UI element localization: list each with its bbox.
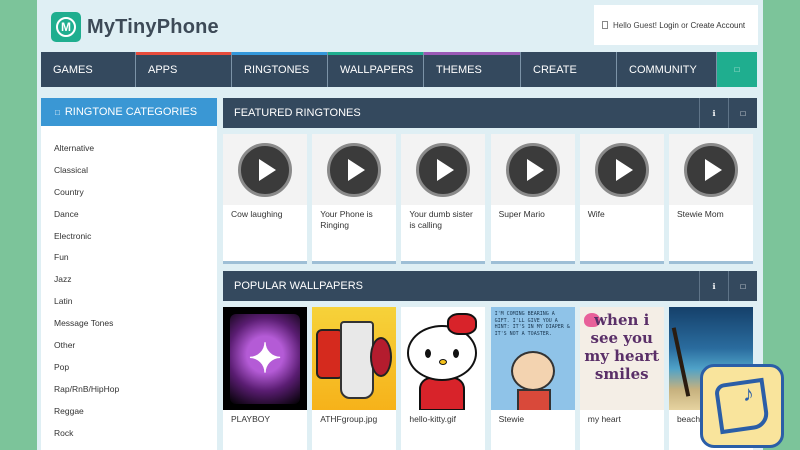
wallpaper-image[interactable] bbox=[401, 307, 486, 410]
nav-label: COMMUNITY bbox=[629, 63, 697, 76]
ringtone-card[interactable]: Stewie Mom bbox=[668, 134, 753, 264]
sidebar-header: □ RINGTONE CATEGORIES bbox=[41, 98, 217, 126]
ringtone-card[interactable]: Wife bbox=[579, 134, 664, 264]
category-item[interactable]: Message Tones bbox=[41, 313, 217, 335]
create-account-link[interactable]: Create Account bbox=[690, 21, 745, 30]
category-item[interactable]: Country bbox=[41, 182, 217, 204]
nav-wallpapers[interactable]: WALLPAPERS bbox=[328, 52, 424, 87]
play-icon[interactable] bbox=[594, 142, 649, 197]
wallpaper-card[interactable]: hello-kitty.gif bbox=[401, 307, 486, 450]
greeting-text: Hello Guest! bbox=[613, 20, 658, 30]
site-logo[interactable]: M MyTinyPhone bbox=[51, 12, 219, 42]
category-item[interactable]: Jazz bbox=[41, 269, 217, 291]
header: M MyTinyPhone Hello Guest! Login or Crea… bbox=[37, 0, 763, 50]
category-list: Alternative Classical Country Dance Elec… bbox=[41, 126, 217, 444]
login-link[interactable]: Login bbox=[659, 21, 679, 30]
wallpaper-card[interactable]: ATHFgroup.jpg bbox=[312, 307, 397, 450]
category-item[interactable]: Classical bbox=[41, 160, 217, 182]
wallpaper-list: ✦ PLAYBOY ATHFgroup.jpg hello-kitty.gif … bbox=[223, 307, 757, 450]
wallpaper-image[interactable] bbox=[312, 307, 397, 410]
category-item[interactable]: Rap/RnB/HipHop bbox=[41, 379, 217, 401]
nav-games[interactable]: GAMES bbox=[41, 52, 136, 87]
search-button[interactable]: □ bbox=[717, 52, 757, 87]
nav-community[interactable]: COMMUNITY bbox=[617, 52, 717, 87]
category-item[interactable]: Dance bbox=[41, 204, 217, 226]
category-item[interactable]: Other bbox=[41, 335, 217, 357]
featured-title: FEATURED RINGTONES bbox=[234, 107, 361, 119]
category-item[interactable]: Alternative bbox=[41, 138, 217, 160]
play-icon[interactable] bbox=[238, 142, 292, 197]
wallpaper-card[interactable]: when i see you my heart smiles my heart bbox=[579, 307, 664, 450]
wallpaper-card[interactable]: ✦ PLAYBOY bbox=[223, 307, 307, 450]
search-icon: □ bbox=[734, 65, 740, 74]
nav-themes[interactable]: THEMES bbox=[424, 52, 521, 87]
nav-label: RINGTONES bbox=[244, 63, 310, 76]
expand-icon[interactable]: □ bbox=[728, 271, 757, 301]
page: M MyTinyPhone Hello Guest! Login or Crea… bbox=[37, 0, 763, 450]
or-text: or bbox=[681, 20, 689, 30]
popular-wallpapers: POPULAR WALLPAPERS ℹ □ ✦ PLAYBOY ATHFgro… bbox=[223, 271, 757, 450]
category-item[interactable]: Reggae bbox=[41, 401, 217, 423]
music-note-icon: ♪ bbox=[743, 381, 754, 406]
nav-label: WALLPAPERS bbox=[340, 63, 414, 76]
stewie-caption: I'M COMING BEARING A GIFT. I'LL GIVE YOU… bbox=[494, 311, 570, 337]
category-item[interactable]: Electronic bbox=[41, 226, 217, 248]
wallpaper-card[interactable]: I'M COMING BEARING A GIFT. I'LL GIVE YOU… bbox=[490, 307, 575, 450]
info-icon[interactable]: ℹ bbox=[699, 98, 728, 128]
nav-apps[interactable]: APPS bbox=[136, 52, 232, 87]
featured-header: FEATURED RINGTONES ℹ □ bbox=[223, 98, 757, 128]
wallpaper-title: PLAYBOY bbox=[231, 414, 271, 424]
ringtone-list: Cow laughing Your Phone is Ringing Your … bbox=[223, 134, 757, 264]
info-icon[interactable]: ℹ bbox=[699, 271, 728, 301]
play-icon[interactable] bbox=[505, 142, 560, 197]
sidebar: □ RINGTONE CATEGORIES Alternative Classi… bbox=[41, 98, 217, 450]
ringtone-title: Wife bbox=[587, 209, 605, 219]
category-item[interactable]: Latin bbox=[41, 291, 217, 313]
nav-label: APPS bbox=[148, 63, 178, 76]
wallpaper-title: ATHFgroup.jpg bbox=[320, 414, 378, 424]
featured-ringtones: FEATURED RINGTONES ℹ □ Cow laughing Your… bbox=[223, 98, 757, 264]
nav-label: THEMES bbox=[436, 63, 482, 76]
wallpapers-title: POPULAR WALLPAPERS bbox=[234, 280, 363, 292]
category-item[interactable]: Pop bbox=[41, 357, 217, 379]
play-icon[interactable] bbox=[416, 142, 471, 197]
nav-label: GAMES bbox=[53, 63, 93, 76]
heart-caption: when i see you my heart smiles bbox=[584, 311, 660, 383]
ringtone-title: Your Phone is Ringing bbox=[320, 209, 373, 230]
ringtone-title: Cow laughing bbox=[231, 209, 283, 219]
wallpaper-title: hello-kitty.gif bbox=[409, 414, 456, 424]
logo-icon: M bbox=[51, 12, 81, 42]
category-item[interactable]: Rock bbox=[41, 423, 217, 445]
wallpaper-image[interactable]: I'M COMING BEARING A GIFT. I'LL GIVE YOU… bbox=[490, 307, 575, 410]
phone-icon bbox=[713, 377, 771, 435]
list-icon: □ bbox=[55, 107, 60, 117]
main-nav: GAMES APPS RINGTONES WALLPAPERS THEMES C… bbox=[41, 52, 757, 87]
ringtone-card[interactable]: Super Mario bbox=[490, 134, 575, 264]
user-icon bbox=[602, 21, 608, 29]
ringtone-title: Your dumb sister is calling bbox=[409, 209, 473, 230]
wallpapers-header: POPULAR WALLPAPERS ℹ □ bbox=[223, 271, 757, 301]
wallpaper-title: my heart bbox=[587, 414, 621, 424]
wallpaper-image[interactable]: ✦ bbox=[223, 307, 307, 410]
category-item[interactable]: Fun bbox=[41, 247, 217, 269]
sidebar-title: RINGTONE CATEGORIES bbox=[64, 106, 198, 118]
ringtone-card[interactable]: Cow laughing bbox=[223, 134, 307, 264]
logo-mark: M bbox=[56, 17, 76, 37]
nav-ringtones[interactable]: RINGTONES bbox=[232, 52, 328, 87]
ringtone-title: Super Mario bbox=[498, 209, 545, 219]
ringtone-title: Stewie Mom bbox=[676, 209, 724, 219]
account-box: Hello Guest! Login or Create Account bbox=[594, 5, 758, 45]
ringtone-card[interactable]: Your Phone is Ringing bbox=[312, 134, 397, 264]
ringtone-card[interactable]: Your dumb sister is calling bbox=[401, 134, 486, 264]
play-icon[interactable] bbox=[683, 142, 738, 197]
nav-label: CREATE bbox=[533, 63, 577, 76]
wallpaper-title: Stewie bbox=[498, 414, 525, 424]
expand-icon[interactable]: □ bbox=[728, 98, 757, 128]
phone-music-badge: ♪ bbox=[700, 364, 784, 448]
bunny-icon: ✦ bbox=[230, 313, 300, 404]
logo-text: MyTinyPhone bbox=[87, 15, 219, 38]
nav-create[interactable]: CREATE bbox=[521, 52, 617, 87]
play-icon[interactable] bbox=[327, 142, 382, 197]
wallpaper-image[interactable]: when i see you my heart smiles bbox=[579, 307, 664, 410]
